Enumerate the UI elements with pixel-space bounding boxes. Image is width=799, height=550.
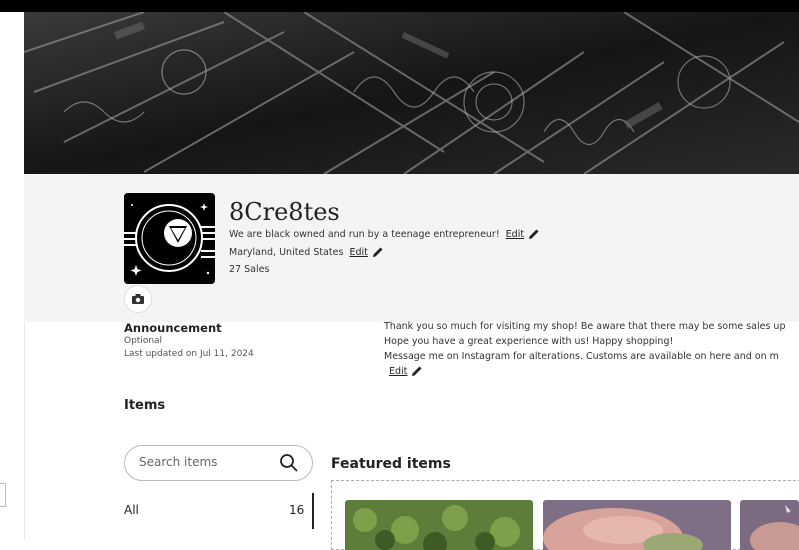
category-selected-indicator: [312, 493, 314, 529]
announcement-line: Thank you so much for visiting my shop! …: [384, 321, 786, 332]
shop-logo[interactable]: [124, 193, 215, 284]
items-heading: Items: [124, 398, 166, 413]
announcement-line: Hope you have a great experience with us…: [384, 336, 674, 347]
banner-ornate-pattern: [24, 12, 799, 174]
pencil-icon[interactable]: [528, 228, 540, 240]
shop-name: 8Cre8tes: [229, 198, 340, 226]
left-sidebar-strip: [0, 12, 25, 540]
camera-icon: [132, 294, 144, 304]
edit-location-link[interactable]: Edit: [349, 247, 367, 258]
shop-banner-image[interactable]: [24, 12, 799, 174]
announcement-last-updated: Last updated on Jul 11, 2024: [124, 349, 254, 359]
search-items-input[interactable]: Search items: [124, 445, 313, 481]
pencil-icon[interactable]: [372, 246, 384, 258]
announcement-edit-row: Edit: [389, 365, 423, 377]
featured-items-heading: Featured items: [331, 456, 451, 472]
category-all-count: 16: [289, 503, 305, 517]
search-icon[interactable]: [279, 453, 299, 473]
announcement-title: Announcement: [124, 321, 222, 335]
announcement-line: Message me on Instagram for alterations.…: [384, 351, 779, 362]
shop-sales-count: 27 Sales: [229, 264, 270, 275]
announcement-optional: Optional: [124, 336, 163, 346]
featured-item-thumbnail[interactable]: [740, 500, 799, 550]
featured-item-thumbnail[interactable]: [543, 500, 731, 550]
featured-item-thumbnail[interactable]: [345, 500, 533, 550]
edit-announcement-link[interactable]: Edit: [389, 366, 407, 377]
change-photo-button[interactable]: [124, 285, 152, 313]
shop-location-row: Maryland, United States Edit: [229, 246, 384, 258]
edit-tagline-link[interactable]: Edit: [506, 229, 524, 240]
pencil-icon[interactable]: [411, 365, 423, 377]
shop-tagline: We are black owned and run by a teenage …: [229, 228, 500, 240]
category-all[interactable]: All: [124, 503, 139, 517]
search-placeholder: Search items: [139, 455, 218, 469]
shop-location: Maryland, United States: [229, 246, 344, 258]
magic-8-ball-logo: [124, 193, 215, 284]
top-bar: [0, 0, 799, 12]
sidebar-collapse-handle[interactable]: [0, 483, 6, 507]
shop-tagline-row: We are black owned and run by a teenage …: [229, 228, 540, 240]
